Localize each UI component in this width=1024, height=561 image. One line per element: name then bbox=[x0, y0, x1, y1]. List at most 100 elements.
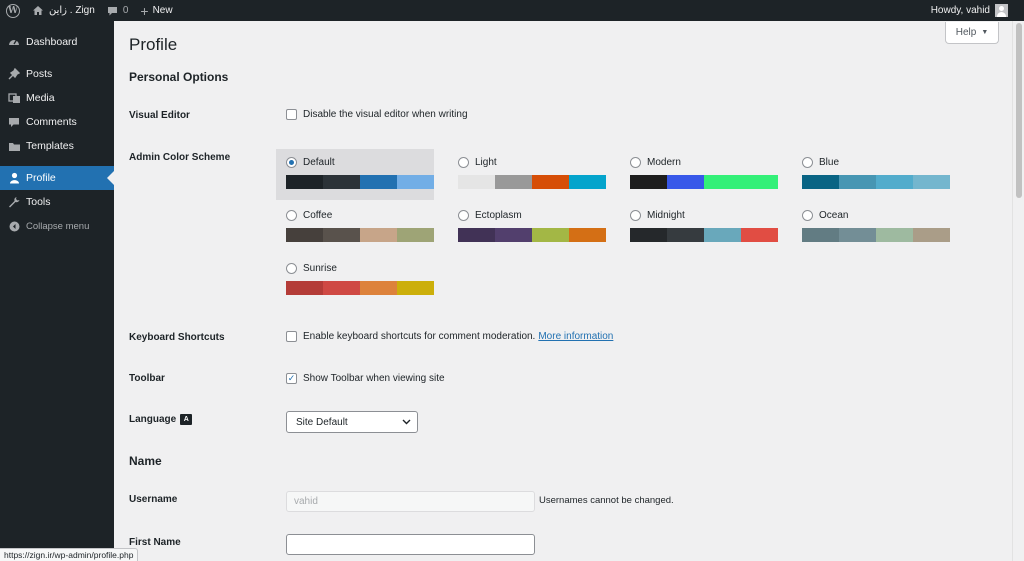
help-label: Help bbox=[955, 27, 977, 38]
color-scheme-radio[interactable] bbox=[286, 262, 297, 274]
username-input[interactable]: vahid bbox=[286, 491, 535, 512]
wordpress-logo-icon: W bbox=[6, 3, 20, 18]
color-scheme-option[interactable]: Ectoplasm bbox=[448, 202, 606, 253]
color-scheme-name: Light bbox=[475, 156, 497, 168]
color-swatch-strip bbox=[286, 175, 434, 189]
sidebar-item-dashboard[interactable]: Dashboard bbox=[0, 30, 114, 54]
color-scheme-radio[interactable] bbox=[630, 156, 641, 168]
my-account-menu[interactable]: Howdy, vahid bbox=[925, 0, 1024, 21]
color-scheme-option[interactable]: Blue bbox=[792, 149, 950, 200]
language-selected-value: Site Default bbox=[296, 416, 348, 428]
color-swatch bbox=[704, 228, 741, 242]
color-swatch-strip bbox=[458, 175, 606, 189]
home-icon bbox=[33, 6, 43, 15]
color-swatch bbox=[458, 175, 495, 189]
name-heading: Name bbox=[129, 454, 162, 468]
color-scheme-name: Blue bbox=[819, 156, 840, 168]
color-scheme-radio[interactable] bbox=[286, 156, 297, 168]
help-tab-button[interactable]: Help ▼ bbox=[945, 22, 999, 44]
main-content: Help ▼ Profile Personal Options Visual E… bbox=[114, 21, 1012, 561]
sidebar-item-comments[interactable]: Comments bbox=[0, 110, 114, 134]
scrollbar-thumb[interactable] bbox=[1016, 23, 1022, 198]
new-content-button[interactable]: + New bbox=[134, 0, 178, 21]
color-scheme-name: Ocean bbox=[819, 209, 849, 221]
color-scheme-radio[interactable] bbox=[458, 156, 469, 168]
sidebar-item-label: Templates bbox=[26, 140, 74, 152]
media-icon bbox=[7, 91, 21, 105]
color-swatch bbox=[532, 175, 569, 189]
toolbar-checkbox[interactable]: ✓ bbox=[286, 373, 297, 384]
sidebar-item-label: Profile bbox=[26, 172, 56, 184]
color-swatch-strip bbox=[286, 228, 434, 242]
toolbar-field: ✓ Show Toolbar when viewing site bbox=[286, 373, 445, 384]
sidebar-item-tools[interactable]: Tools bbox=[0, 190, 114, 214]
color-swatch bbox=[495, 228, 532, 242]
color-scheme-option[interactable]: Modern bbox=[620, 149, 778, 200]
comments-count: 0 bbox=[122, 5, 129, 16]
color-swatch bbox=[532, 228, 569, 242]
color-swatch bbox=[286, 228, 323, 242]
color-swatch bbox=[667, 175, 704, 189]
sidebar-item-profile[interactable]: Profile bbox=[0, 166, 114, 190]
color-scheme-radio[interactable] bbox=[458, 209, 469, 221]
visual-editor-checkbox[interactable] bbox=[286, 109, 297, 120]
color-swatch bbox=[802, 228, 839, 242]
page-title: Profile bbox=[129, 35, 178, 54]
color-swatch bbox=[360, 228, 397, 242]
admin-sidebar: Dashboard Posts Media Comments Templates… bbox=[0, 21, 114, 561]
color-scheme-label: Modern bbox=[630, 155, 768, 169]
color-scheme-option[interactable]: Ocean bbox=[792, 202, 950, 253]
keyboard-shortcuts-checkbox[interactable] bbox=[286, 331, 297, 342]
page-scrollbar[interactable] bbox=[1012, 21, 1024, 561]
sidebar-item-templates[interactable]: Templates bbox=[0, 134, 114, 158]
comment-icon bbox=[7, 115, 21, 129]
color-swatch bbox=[876, 175, 913, 189]
color-swatch bbox=[397, 175, 434, 189]
color-scheme-option[interactable]: Light bbox=[448, 149, 606, 200]
comment-bubble-icon bbox=[107, 6, 117, 15]
color-scheme-label: Midnight bbox=[630, 208, 768, 222]
pin-icon bbox=[7, 67, 21, 81]
color-scheme-radio[interactable] bbox=[286, 209, 297, 221]
site-name: زاین . Zign bbox=[49, 5, 95, 16]
color-scheme-radio[interactable] bbox=[630, 209, 641, 221]
wordpress-logo-button[interactable]: W bbox=[0, 0, 26, 21]
caret-down-icon: ▼ bbox=[981, 29, 989, 36]
sidebar-item-posts[interactable]: Posts bbox=[0, 62, 114, 86]
color-swatch bbox=[630, 175, 667, 189]
color-swatch bbox=[286, 175, 323, 189]
sidebar-item-label: Dashboard bbox=[26, 36, 78, 48]
dashboard-icon bbox=[7, 35, 21, 49]
color-swatch bbox=[569, 228, 606, 242]
more-information-link[interactable]: More information bbox=[538, 331, 613, 342]
color-scheme-radio[interactable] bbox=[802, 209, 813, 221]
sidebar-item-label: Media bbox=[26, 92, 55, 104]
language-select[interactable]: Site Default bbox=[286, 411, 418, 433]
browser-status-url: https://zign.ir/wp-admin/profile.php bbox=[0, 548, 139, 561]
checkmark-icon: ✓ bbox=[287, 373, 296, 383]
new-label: New bbox=[152, 5, 173, 16]
site-name-link[interactable]: زاین . Zign bbox=[26, 0, 101, 21]
color-scheme-option[interactable]: Midnight bbox=[620, 202, 778, 253]
first-name-label: First Name bbox=[129, 537, 181, 548]
color-scheme-label: Coffee bbox=[286, 208, 424, 222]
language-label: Language bbox=[129, 414, 177, 425]
color-scheme-name: Modern bbox=[647, 156, 681, 168]
color-scheme-option[interactable]: Sunrise bbox=[276, 255, 434, 306]
sidebar-item-media[interactable]: Media bbox=[0, 86, 114, 110]
color-scheme-option[interactable]: Default bbox=[276, 149, 434, 200]
color-swatch-strip bbox=[286, 281, 434, 295]
color-swatch bbox=[802, 175, 839, 189]
color-swatch bbox=[495, 175, 532, 189]
username-label: Username bbox=[129, 494, 178, 505]
first-name-input[interactable] bbox=[286, 534, 535, 555]
color-scheme-radio[interactable] bbox=[802, 156, 813, 168]
color-scheme-label: Ectoplasm bbox=[458, 208, 596, 222]
collapse-menu-button[interactable]: Collapse menu bbox=[0, 214, 114, 238]
color-scheme-option[interactable]: Coffee bbox=[276, 202, 434, 253]
color-swatch bbox=[286, 281, 323, 295]
comments-link[interactable]: 0 bbox=[101, 0, 135, 21]
color-swatch bbox=[839, 228, 876, 242]
color-swatch bbox=[913, 228, 950, 242]
color-scheme-name: Midnight bbox=[647, 209, 685, 221]
